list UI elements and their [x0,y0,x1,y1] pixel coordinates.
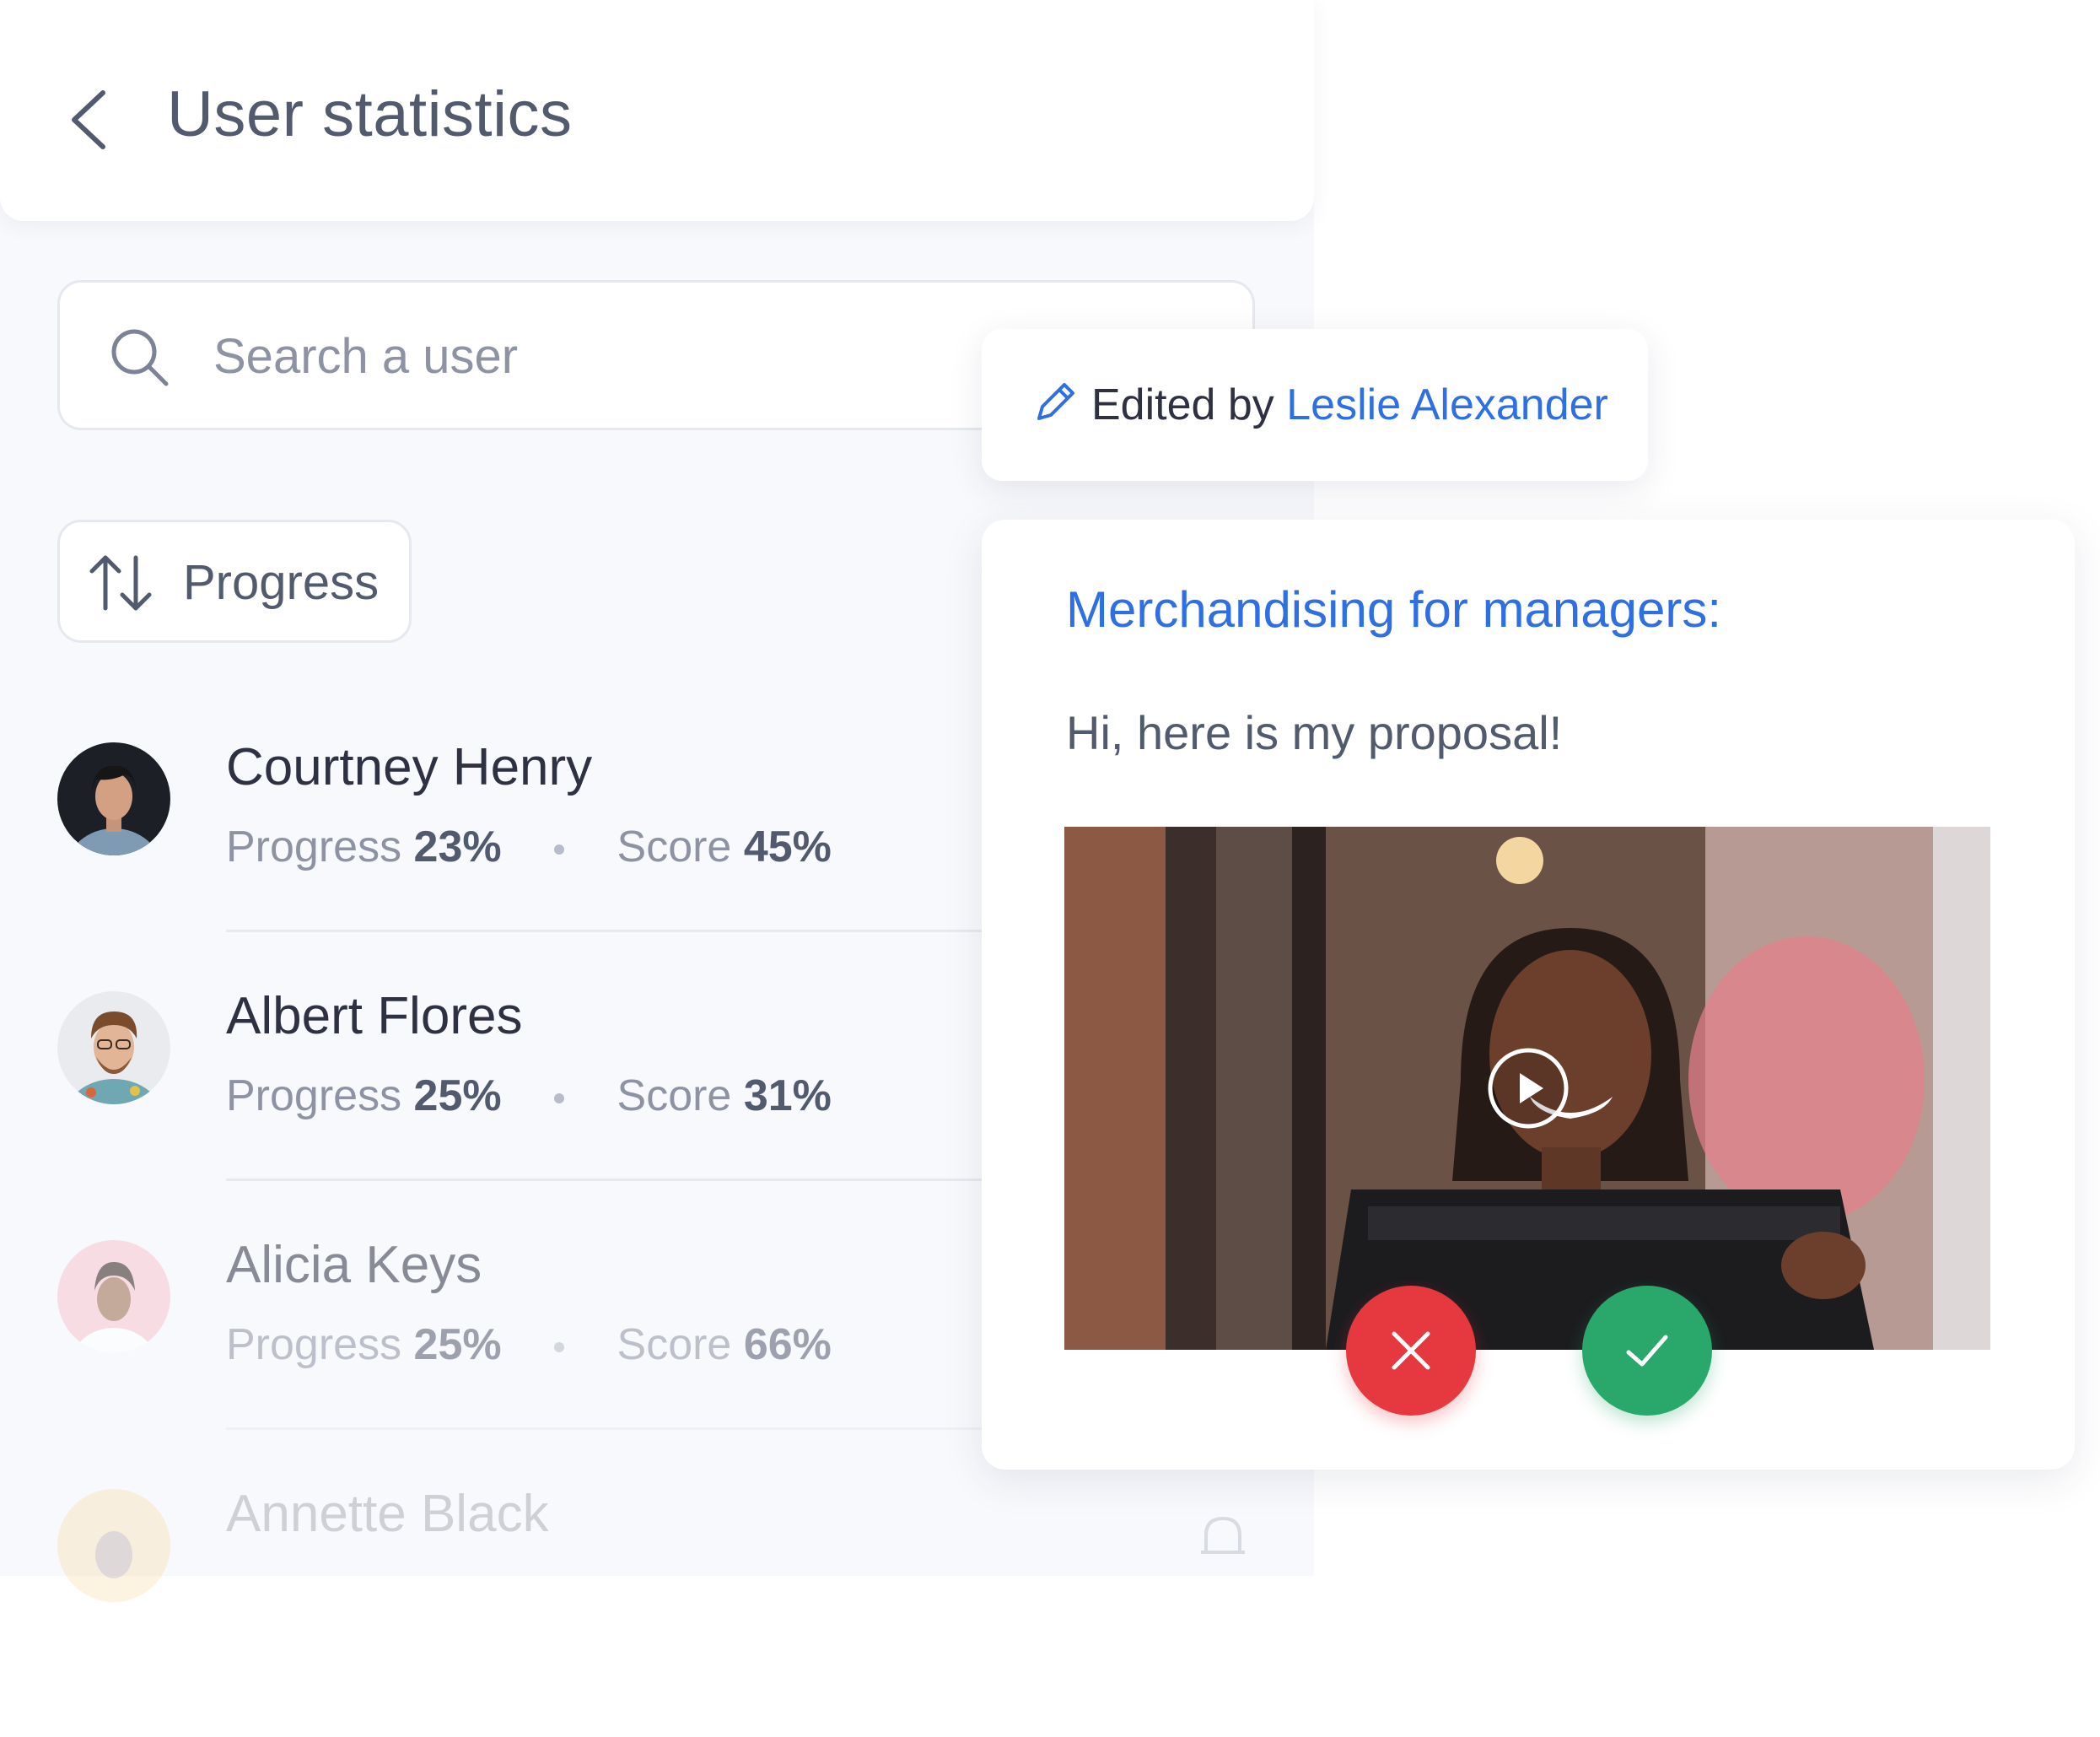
score-label: Score [617,823,732,871]
play-icon[interactable] [1486,1046,1570,1130]
avatar [57,991,170,1104]
user-stats: Progress 25% Score 31% [226,1071,832,1121]
avatar [57,1489,170,1602]
score-value: 45% [743,823,832,871]
reject-button[interactable] [1346,1286,1476,1416]
score-label: Score [617,1071,732,1120]
avatar [57,742,170,855]
edited-by-text: Edited by Leslie Alexander [1091,380,1608,430]
user-name: Alicia Keys [226,1236,482,1294]
row-divider [226,1179,1069,1181]
chevron-left-icon[interactable] [66,88,116,152]
user-row[interactable]: Albert Flores Progress 25% Score 31% [57,987,1069,1239]
separator-dot [554,1342,565,1353]
user-stats: Progress 23% Score 45% [226,822,832,872]
user-name: Albert Flores [226,987,523,1045]
score-label: Score [617,1320,732,1369]
progress-label: Progress [226,823,402,871]
check-icon [1626,1335,1668,1367]
editor-name-link[interactable]: Leslie Alexander [1286,380,1608,429]
user-name: Courtney Henry [226,738,593,796]
user-row[interactable]: Annette Black [57,1485,1069,1737]
sort-arrows-icon [89,555,152,611]
separator-dot [554,844,565,855]
progress-label: Progress [226,1071,402,1120]
approve-button[interactable] [1582,1286,1712,1416]
course-title[interactable]: Merchandising for managers: [1066,580,1721,639]
user-row[interactable]: Courtney Henry Progress 23% Score 45% [57,738,1069,990]
edited-by-card: Edited by Leslie Alexander [982,329,1648,481]
progress-value: 25% [413,1071,502,1120]
progress-value: 25% [413,1320,502,1369]
header-bar: User statistics [0,0,1314,221]
separator-dot [554,1093,565,1104]
progress-label: Progress [226,1320,402,1369]
sort-progress-button[interactable]: Progress [57,520,412,643]
search-input[interactable] [212,316,1058,396]
score-value: 31% [743,1071,832,1120]
row-divider [226,1427,1069,1430]
proposal-message: Hi, here is my proposal! [1066,706,1563,759]
row-divider [226,930,1069,932]
score-value: 66% [743,1320,832,1369]
user-row[interactable]: Alicia Keys Progress 25% Score 66% [57,1236,1069,1488]
bell-icon [1201,1516,1245,1554]
progress-value: 23% [413,823,502,871]
user-name: Annette Black [226,1485,549,1543]
sort-label: Progress [183,555,380,610]
edited-by-prefix: Edited by [1091,380,1274,429]
pencil-icon [1037,383,1074,420]
avatar [57,1240,170,1353]
proposal-card: Merchandising for managers: Hi, here is … [982,520,2075,1470]
page-title: User statistics [167,78,573,150]
close-icon [1392,1331,1430,1370]
video-thumbnail[interactable] [1064,827,1990,1350]
search-icon [111,329,169,386]
user-stats: Progress 25% Score 66% [226,1319,832,1370]
